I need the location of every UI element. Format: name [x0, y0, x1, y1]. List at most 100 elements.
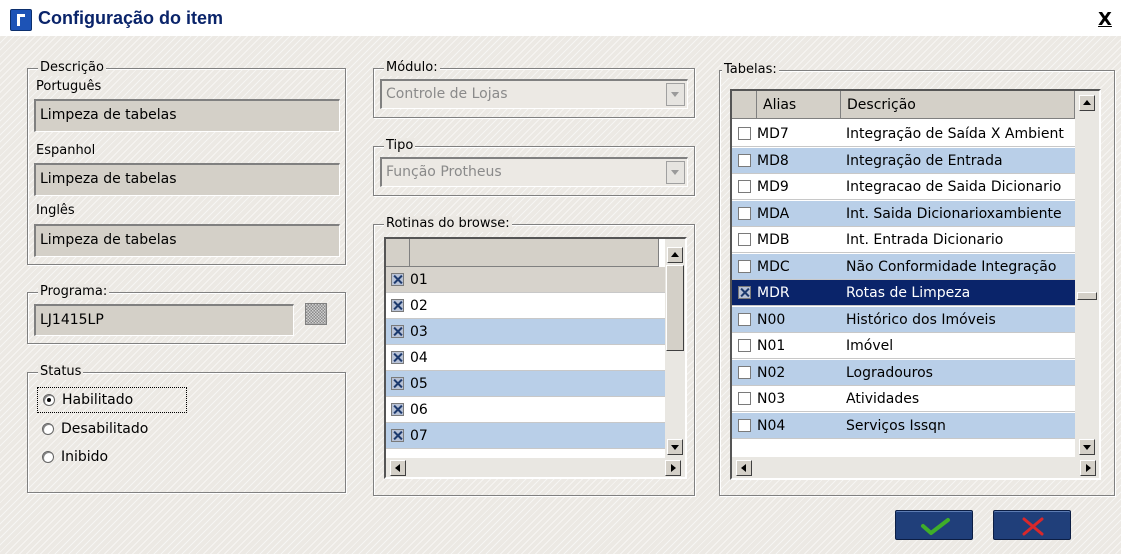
alias-cell: N04 — [757, 417, 786, 434]
tabelas-row[interactable]: MDR Rotas de Limpeza — [732, 280, 1075, 306]
tabelas-row[interactable]: N00 Histórico dos Imóveis — [732, 306, 1075, 333]
tabelas-row[interactable]: MD9 Integracao de Saida Dicionario — [732, 174, 1075, 200]
ingles-field[interactable]: Limpeza de tabelas — [34, 224, 340, 257]
cancel-button[interactable] — [993, 510, 1071, 540]
tabelas-legend: Tabelas: — [722, 62, 779, 78]
tabelas-row[interactable]: MD8 Integração de Entrada — [732, 147, 1075, 174]
tabelas-grid: Alias Descrição MD7 Integração de Saída X… — [730, 89, 1101, 480]
rotina-label: 07 — [410, 428, 428, 444]
scroll-down-icon[interactable] — [667, 439, 683, 455]
tabelas-row[interactable]: N02 Logradouros — [732, 359, 1075, 386]
rotinas-hscrollbar[interactable] — [386, 458, 685, 477]
tabelas-row[interactable]: MDA Int. Saida Dicionarioxambiente — [732, 200, 1075, 227]
scroll-down-icon[interactable] — [1079, 439, 1095, 455]
alias-cell: MDB — [757, 232, 790, 248]
alias-cell: N03 — [757, 391, 786, 407]
descricao-cell: Serviços Issqn — [846, 417, 946, 434]
row-checkbox[interactable] — [391, 403, 404, 416]
tabelas-row[interactable]: N03 Atividades — [732, 386, 1075, 412]
row-checkbox[interactable] — [391, 377, 404, 390]
modulo-chevron-down-icon[interactable] — [666, 83, 685, 106]
inibido-label: Inibido — [61, 449, 109, 465]
alias-cell: MDR — [757, 285, 790, 301]
tabelas-vscrollbar[interactable] — [1075, 91, 1099, 457]
status-option-inibido[interactable]: Inibido — [37, 445, 187, 471]
alias-cell: MD8 — [757, 152, 789, 169]
radio-inibido[interactable] — [42, 451, 54, 463]
scroll-up-icon[interactable] — [667, 247, 683, 263]
status-option-desabilitado[interactable]: Desabilitado — [37, 417, 187, 443]
descricao-cell: Int. Saida Dicionarioxambiente — [846, 205, 1062, 222]
close-icon[interactable]: X — [1097, 11, 1113, 29]
rotinas-row[interactable]: 06 — [386, 397, 665, 423]
row-checkbox[interactable] — [738, 286, 751, 299]
scroll-up-icon[interactable] — [1079, 95, 1095, 111]
descricao-cell: Imóvel — [846, 338, 894, 354]
row-checkbox[interactable] — [391, 351, 404, 364]
scroll-left-icon[interactable] — [390, 460, 406, 476]
rotinas-grid: 01 02 03 04 05 06 07 — [384, 237, 687, 479]
modulo-value: Controle de Lojas — [386, 86, 508, 102]
scroll-left-icon[interactable] — [736, 460, 752, 476]
tabelas-header-check — [732, 91, 757, 119]
rotinas-row[interactable]: 03 — [386, 319, 665, 345]
tabelas-row[interactable]: MDB Int. Entrada Dicionario — [732, 227, 1075, 253]
habilitado-label: Habilitado — [62, 392, 134, 408]
rotinas-row[interactable]: 05 — [386, 371, 665, 397]
row-checkbox[interactable] — [738, 365, 751, 379]
alias-cell: N00 — [757, 311, 786, 328]
cross-icon — [1022, 517, 1044, 536]
rotinas-row[interactable]: 07 — [386, 423, 665, 449]
radio-habilitado[interactable] — [43, 394, 55, 406]
scroll-thumb[interactable] — [1077, 292, 1097, 300]
modulo-select[interactable]: Controle de Lojas — [380, 79, 688, 109]
rotinas-vscrollbar[interactable] — [665, 239, 685, 458]
alias-cell: MD7 — [757, 126, 789, 142]
tabelas-row[interactable]: N04 Serviços Issqn — [732, 412, 1075, 439]
row-checkbox[interactable] — [391, 273, 404, 286]
tabelas-row[interactable]: MDC Não Conformidade Integração — [732, 253, 1075, 280]
ingles-label: Inglês — [36, 203, 75, 218]
row-checkbox[interactable] — [738, 233, 751, 246]
row-checkbox[interactable] — [391, 299, 404, 312]
descricao-column-header[interactable]: Descrição — [841, 91, 1075, 119]
rotinas-row[interactable]: 02 — [386, 293, 665, 319]
row-checkbox[interactable] — [391, 429, 404, 442]
programa-field[interactable]: LJ1415LP — [34, 304, 294, 336]
rotinas-header — [410, 239, 659, 267]
scroll-right-icon[interactable] — [665, 460, 681, 476]
rotina-label: 01 — [410, 272, 428, 288]
descricao-cell: Integração de Entrada — [846, 152, 1003, 169]
descricao-cell: Logradouros — [846, 364, 933, 381]
row-checkbox[interactable] — [738, 180, 751, 193]
tabelas-row[interactable]: N01 Imóvel — [732, 333, 1075, 359]
tipo-select[interactable]: Função Protheus — [380, 157, 688, 187]
row-checkbox[interactable] — [738, 206, 751, 220]
scroll-thumb[interactable] — [666, 265, 684, 351]
row-checkbox[interactable] — [738, 312, 751, 326]
alias-column-header[interactable]: Alias — [757, 91, 841, 119]
descricao-cell: Atividades — [846, 391, 920, 407]
confirm-button[interactable] — [895, 510, 973, 540]
status-option-habilitado[interactable]: Habilitado — [37, 387, 187, 413]
row-checkbox[interactable] — [738, 392, 751, 405]
rotinas-row[interactable]: 01 — [386, 267, 665, 293]
tabelas-hscrollbar[interactable] — [732, 457, 1099, 478]
tabelas-row[interactable]: MD7 Integração de Saída X Ambient — [732, 121, 1075, 147]
rotinas-row[interactable]: 04 — [386, 345, 665, 371]
alias-cell: MDC — [757, 258, 790, 275]
search-lookup-icon[interactable] — [305, 303, 327, 325]
row-checkbox[interactable] — [738, 339, 751, 352]
row-checkbox[interactable] — [738, 127, 751, 140]
row-checkbox[interactable] — [391, 325, 404, 338]
alias-cell: MD9 — [757, 179, 789, 195]
espanhol-field[interactable]: Limpeza de tabelas — [34, 163, 340, 196]
row-checkbox[interactable] — [738, 259, 751, 273]
row-checkbox[interactable] — [738, 153, 751, 167]
radio-desabilitado[interactable] — [42, 423, 54, 435]
rotina-label: 05 — [410, 376, 428, 392]
portugues-field[interactable]: Limpeza de tabelas — [34, 99, 340, 132]
scroll-right-icon[interactable] — [1080, 460, 1096, 476]
tipo-chevron-down-icon[interactable] — [666, 161, 685, 184]
row-checkbox[interactable] — [738, 418, 751, 432]
